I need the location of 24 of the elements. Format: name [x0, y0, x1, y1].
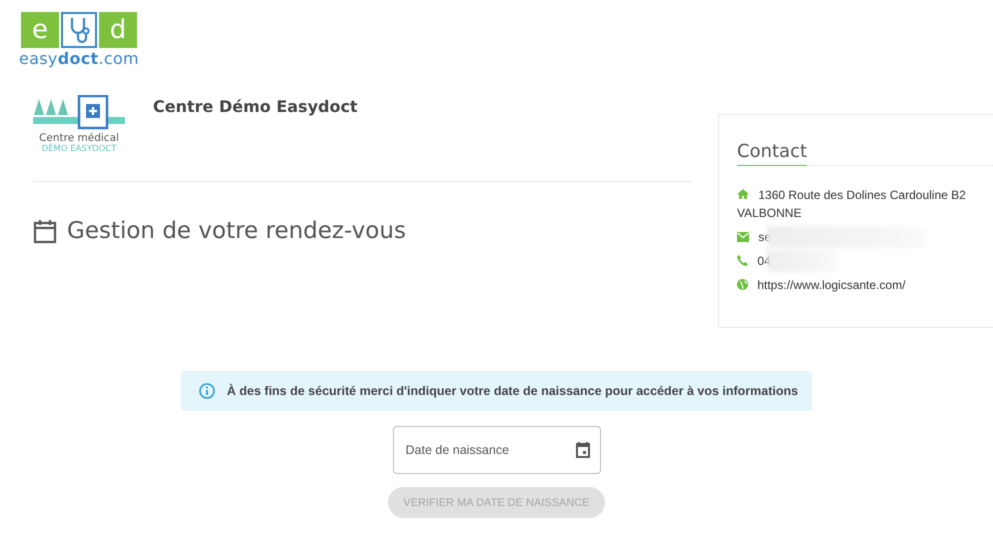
calendar-icon — [576, 442, 590, 458]
contact-text: 1360 Route des Dolines Cardouline B2 — [758, 188, 966, 202]
logo-letter: e — [21, 12, 59, 48]
clinic-name: Centre Démo Easydoct — [153, 97, 358, 116]
phone-icon — [737, 255, 748, 266]
contact-text: 04 — [757, 254, 771, 268]
logo-letter: d — [99, 12, 137, 48]
contact-text: se — [758, 230, 772, 244]
alert-text: À des fins de sécurité merci d'indiquer votre date de naissance pour accéder à vos informations — [226, 384, 798, 398]
logo-wordmark: easydoct.com — [19, 49, 139, 68]
page-title: Gestion de votre rendez-vous — [67, 218, 406, 244]
site-logo[interactable]: e d easydoct.com — [20, 12, 138, 68]
info-icon — [198, 383, 215, 399]
date-field[interactable]: Date de naissance — [392, 426, 600, 474]
globe-icon — [737, 279, 748, 290]
calendar-icon — [33, 218, 57, 244]
clinic-logo-text: Centre médical — [39, 133, 119, 144]
contact-text[interactable]: https://www.logicsante.com/ — [757, 278, 906, 292]
clinic-logo-subtext: DÉMO EASYDOCT — [42, 144, 116, 154]
stethoscope-icon — [61, 12, 97, 48]
home-icon — [737, 188, 749, 200]
contact-title: Contact — [737, 141, 808, 166]
email-icon — [737, 232, 749, 242]
contact-text: VALBONNE — [737, 206, 802, 220]
